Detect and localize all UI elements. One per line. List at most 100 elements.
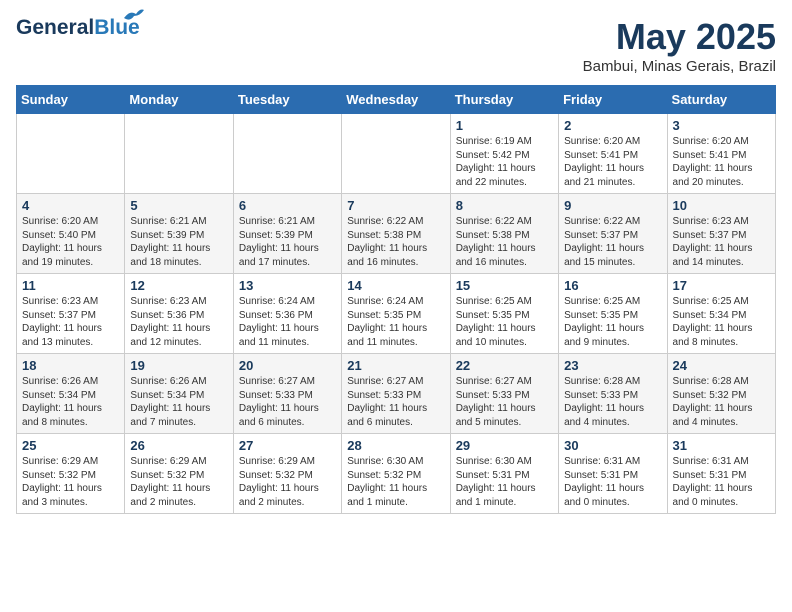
calendar-cell: 22Sunrise: 6:27 AM Sunset: 5:33 PM Dayli… bbox=[450, 354, 558, 434]
calendar-cell: 15 Sunrise: 6:25 AM Sunset: 5:35 PM Dayli… bbox=[450, 274, 558, 354]
calendar-cell: 1Sunrise: 6:19 AM Sunset: 5:42 PM Daylig… bbox=[450, 114, 558, 194]
calendar-cell: 25Sunrise: 6:29 AM Sunset: 5:32 PM Dayli… bbox=[17, 434, 125, 514]
month-title: May 2025 bbox=[583, 16, 776, 58]
day-number: 21 bbox=[347, 358, 444, 373]
day-number: 20 bbox=[239, 358, 336, 373]
calendar-cell: 6 Sunrise: 6:21 AM Sunset: 5:39 PM Daylig… bbox=[233, 194, 341, 274]
day-number: 28 bbox=[347, 438, 444, 453]
calendar-cell: 16 Sunrise: 6:25 AM Sunset: 5:35 PM Dayli… bbox=[559, 274, 667, 354]
day-info: Sunrise: 6:25 AM Sunset: 5:35 PM Dayligh… bbox=[456, 295, 553, 349]
day-number: 3 bbox=[673, 118, 770, 133]
calendar-cell: 21 Sunrise: 6:27 AM Sunset: 5:33 PM Dayli… bbox=[342, 354, 450, 434]
title-block: May 2025 Bambui, Minas Gerais, Brazil bbox=[583, 16, 776, 75]
calendar-cell: 11Sunrise: 6:23 AM Sunset: 5:37 PM Dayli… bbox=[17, 274, 125, 354]
day-info: Sunrise: 6:24 AM Sunset: 5:35 PM Dayligh… bbox=[347, 295, 444, 349]
day-info: Sunrise: 6:30 AM Sunset: 5:31 PM Dayligh… bbox=[456, 455, 553, 509]
day-info: Sunrise: 6:29 AM Sunset: 5:32 PM Dayligh… bbox=[130, 455, 227, 509]
day-number: 29 bbox=[456, 438, 553, 453]
day-number: 4 bbox=[22, 198, 119, 213]
calendar-cell: 18Sunrise: 6:26 AM Sunset: 5:34 PM Dayli… bbox=[17, 354, 125, 434]
day-number: 6 bbox=[239, 198, 336, 213]
week-row-3: 11Sunrise: 6:23 AM Sunset: 5:37 PM Dayli… bbox=[17, 274, 776, 354]
week-row-5: 25 Sunrise: 6:29 AM Sunset: 5:32 PM Dayli… bbox=[17, 434, 776, 514]
day-number: 23 bbox=[564, 358, 661, 373]
calendar-cell: 17Sunrise: 6:25 AM Sunset: 5:34 PM Dayli… bbox=[667, 274, 775, 354]
day-info: Sunrise: 6:29 AM Sunset: 5:32 PM Dayligh… bbox=[239, 455, 336, 509]
day-info: Sunrise: 6:22 AM Sunset: 5:37 PM Dayligh… bbox=[564, 215, 661, 269]
day-number: 31 bbox=[673, 438, 770, 453]
calendar-cell: 29 Sunrise: 6:30 AM Sunset: 5:31 PM Dayli… bbox=[450, 434, 558, 514]
day-number: 24 bbox=[673, 358, 770, 373]
day-number: 14 bbox=[347, 278, 444, 293]
day-info: Sunrise: 6:24 AM Sunset: 5:36 PM Dayligh… bbox=[239, 295, 336, 349]
day-info: Sunrise: 6:26 AM Sunset: 5:34 PM Dayligh… bbox=[22, 375, 119, 429]
day-number: 22 bbox=[456, 358, 553, 373]
week-row-2: 4 Sunrise: 6:20 AM Sunset: 5:40 PM Daylig… bbox=[17, 194, 776, 274]
calendar-cell: 27 Sunrise: 6:29 AM Sunset: 5:32 PM Dayli… bbox=[233, 434, 341, 514]
day-info: Sunrise: 6:22 AM Sunset: 5:38 PM Dayligh… bbox=[456, 215, 553, 269]
weekday-header-thursday: Thursday bbox=[450, 86, 558, 114]
day-info: Sunrise: 6:25 AM Sunset: 5:35 PM Dayligh… bbox=[564, 295, 661, 349]
calendar-cell: 26 Sunrise: 6:29 AM Sunset: 5:32 PM Dayli… bbox=[125, 434, 233, 514]
calendar-table: SundayMondayTuesdayWednesdayThursdayFrid… bbox=[16, 85, 776, 514]
day-info: Sunrise: 6:25 AM Sunset: 5:34 PM Dayligh… bbox=[673, 295, 770, 349]
logo: General Blue bbox=[16, 16, 140, 40]
calendar-cell: 30 Sunrise: 6:31 AM Sunset: 5:31 PM Dayli… bbox=[559, 434, 667, 514]
calendar-cell: 8 Sunrise: 6:22 AM Sunset: 5:38 PM Daylig… bbox=[450, 194, 558, 274]
calendar-cell: 10 Sunrise: 6:23 AM Sunset: 5:37 PM Dayli… bbox=[667, 194, 775, 274]
day-number: 30 bbox=[564, 438, 661, 453]
calendar-cell: 23 Sunrise: 6:28 AM Sunset: 5:33 PM Dayli… bbox=[559, 354, 667, 434]
day-number: 25 bbox=[22, 438, 119, 453]
calendar-cell: 9 Sunrise: 6:22 AM Sunset: 5:37 PM Daylig… bbox=[559, 194, 667, 274]
day-info: Sunrise: 6:27 AM Sunset: 5:33 PM Dayligh… bbox=[239, 375, 336, 429]
day-number: 10 bbox=[673, 198, 770, 213]
calendar-cell: 12Sunrise: 6:23 AM Sunset: 5:36 PM Dayli… bbox=[125, 274, 233, 354]
calendar-cell: 2 Sunrise: 6:20 AM Sunset: 5:41 PM Daylig… bbox=[559, 114, 667, 194]
location-subtitle: Bambui, Minas Gerais, Brazil bbox=[583, 58, 776, 75]
day-number: 5 bbox=[130, 198, 227, 213]
calendar-cell bbox=[125, 114, 233, 194]
day-info: Sunrise: 6:26 AM Sunset: 5:34 PM Dayligh… bbox=[130, 375, 227, 429]
day-number: 9 bbox=[564, 198, 661, 213]
day-info: Sunrise: 6:30 AM Sunset: 5:32 PM Dayligh… bbox=[347, 455, 444, 509]
day-info: Sunrise: 6:22 AM Sunset: 5:38 PM Dayligh… bbox=[347, 215, 444, 269]
calendar-cell bbox=[233, 114, 341, 194]
day-info: Sunrise: 6:31 AM Sunset: 5:31 PM Dayligh… bbox=[673, 455, 770, 509]
weekday-header-monday: Monday bbox=[125, 86, 233, 114]
day-number: 13 bbox=[239, 278, 336, 293]
day-number: 12 bbox=[130, 278, 227, 293]
calendar-cell: 13 Sunrise: 6:24 AM Sunset: 5:36 PM Dayli… bbox=[233, 274, 341, 354]
calendar-cell: 5 Sunrise: 6:21 AM Sunset: 5:39 PM Daylig… bbox=[125, 194, 233, 274]
day-number: 27 bbox=[239, 438, 336, 453]
calendar-cell: 19Sunrise: 6:26 AM Sunset: 5:34 PM Dayli… bbox=[125, 354, 233, 434]
weekday-header-sunday: Sunday bbox=[17, 86, 125, 114]
week-row-1: 1Sunrise: 6:19 AM Sunset: 5:42 PM Daylig… bbox=[17, 114, 776, 194]
day-info: Sunrise: 6:31 AM Sunset: 5:31 PM Dayligh… bbox=[564, 455, 661, 509]
calendar-cell bbox=[17, 114, 125, 194]
day-info: Sunrise: 6:21 AM Sunset: 5:39 PM Dayligh… bbox=[130, 215, 227, 269]
page-header: General Blue May 2025 Bambui, Minas Gera… bbox=[16, 16, 776, 75]
day-number: 11 bbox=[22, 278, 119, 293]
day-number: 7 bbox=[347, 198, 444, 213]
day-info: Sunrise: 6:28 AM Sunset: 5:33 PM Dayligh… bbox=[564, 375, 661, 429]
day-info: Sunrise: 6:20 AM Sunset: 5:41 PM Dayligh… bbox=[673, 135, 770, 189]
day-info: Sunrise: 6:20 AM Sunset: 5:41 PM Dayligh… bbox=[564, 135, 661, 189]
calendar-cell: 20 Sunrise: 6:27 AM Sunset: 5:33 PM Dayli… bbox=[233, 354, 341, 434]
weekday-header-tuesday: Tuesday bbox=[233, 86, 341, 114]
day-number: 16 bbox=[564, 278, 661, 293]
weekday-header-friday: Friday bbox=[559, 86, 667, 114]
weekday-header-wednesday: Wednesday bbox=[342, 86, 450, 114]
day-number: 8 bbox=[456, 198, 553, 213]
day-info: Sunrise: 6:21 AM Sunset: 5:39 PM Dayligh… bbox=[239, 215, 336, 269]
day-info: Sunrise: 6:28 AM Sunset: 5:32 PM Dayligh… bbox=[673, 375, 770, 429]
calendar-cell: 28 Sunrise: 6:30 AM Sunset: 5:32 PM Dayli… bbox=[342, 434, 450, 514]
day-number: 26 bbox=[130, 438, 227, 453]
calendar-cell: 31 Sunrise: 6:31 AM Sunset: 5:31 PM Dayli… bbox=[667, 434, 775, 514]
calendar-cell: 3 Sunrise: 6:20 AM Sunset: 5:41 PM Daylig… bbox=[667, 114, 775, 194]
calendar-cell bbox=[342, 114, 450, 194]
day-info: Sunrise: 6:27 AM Sunset: 5:33 PM Dayligh… bbox=[347, 375, 444, 429]
day-number: 15 bbox=[456, 278, 553, 293]
day-number: 2 bbox=[564, 118, 661, 133]
day-info: Sunrise: 6:20 AM Sunset: 5:40 PM Dayligh… bbox=[22, 215, 119, 269]
day-info: Sunrise: 6:23 AM Sunset: 5:37 PM Dayligh… bbox=[673, 215, 770, 269]
